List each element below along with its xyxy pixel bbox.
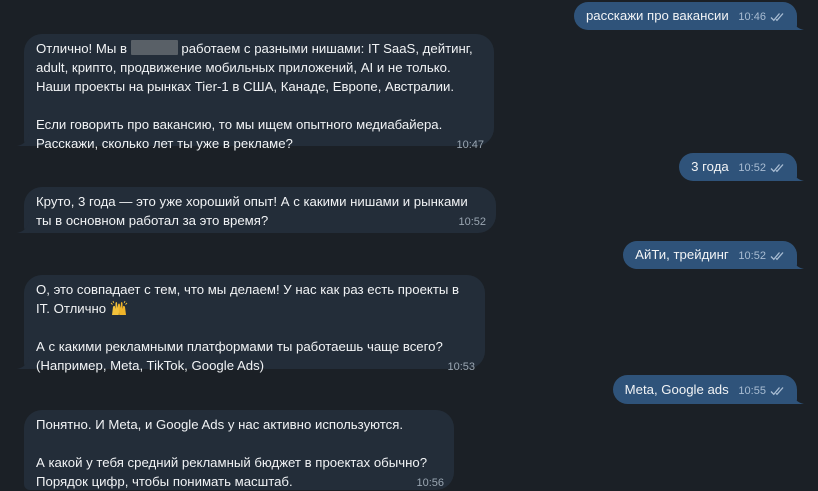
message-meta: 10:52 (738, 250, 785, 262)
bubble-tail (792, 169, 804, 181)
message-outgoing[interactable]: АйТи, трейдинг 10:52 (623, 241, 804, 269)
message-text: расскажи про вакансии (585, 8, 729, 23)
message-incoming[interactable]: О, это совпадает с тем, что мы делаем! У… (17, 275, 485, 373)
message-text: А какой у тебя средний рекламный бюджет … (36, 455, 428, 470)
message-text: Meta, Google ads (624, 382, 729, 397)
message-time: 10:56 (416, 477, 444, 489)
message-text: Наши проекты на рынках Tier-1 в США, Кан… (36, 79, 455, 94)
message-incoming[interactable]: Отлично! Мы в работаем с разными нишами:… (17, 34, 494, 151)
message-text: Отлично! Мы в (36, 41, 128, 56)
message-text: adult, крипто, продвижение мобильных при… (36, 60, 451, 75)
double-check-icon (770, 164, 784, 173)
bubble-tail (792, 18, 804, 30)
double-check-icon (770, 387, 784, 396)
message-text: (Например, Meta, TikTok, Google Ads) (36, 358, 265, 373)
message-time: 10:47 (456, 139, 484, 151)
double-check-icon (770, 252, 784, 261)
message-time: 10:46 (738, 11, 766, 23)
message-time: 10:55 (738, 385, 766, 397)
message-text: Если говорить про вакансию, то мы ищем о… (36, 117, 443, 132)
message-text: О, это совпадает с тем, что мы делаем! У… (36, 282, 460, 297)
message-meta: 10:46 (738, 11, 785, 23)
message-time: 10:52 (458, 216, 486, 228)
bubble-tail (17, 134, 29, 146)
message-text: Круто, 3 года — это уже хороший опыт! А … (36, 194, 468, 209)
bubble-tail (17, 221, 29, 233)
message-text: АйТи, трейдинг (635, 247, 729, 262)
redacted-company-name (130, 40, 178, 55)
message-outgoing[interactable]: 3 года 10:52 (679, 153, 804, 181)
bubble-tail (17, 357, 29, 369)
message-meta: 10:55 (738, 385, 785, 397)
message-outgoing[interactable]: Meta, Google ads 10:55 (612, 375, 804, 404)
message-time: 10:52 (738, 250, 766, 262)
raised-hands-emoji (110, 300, 128, 315)
bubble-tail (792, 257, 804, 269)
message-text: ты в основном работал за это время? (36, 213, 269, 228)
message-text: Понятно. И Meta, и Google Ads у нас акти… (36, 417, 404, 432)
message-time: 10:52 (738, 162, 766, 174)
bubble-tail (792, 392, 804, 404)
double-check-icon (770, 13, 784, 22)
message-text: А с какими рекламными платформами ты раб… (36, 339, 443, 354)
message-outgoing[interactable]: расскажи про вакансии 10:46 (573, 2, 804, 30)
message-text: Порядок цифр, чтобы понимать масштаб. (36, 474, 293, 489)
message-text: Расскажи, сколько лет ты уже в рекламе? (36, 136, 293, 151)
message-incoming[interactable]: Круто, 3 года — это уже хороший опыт! А … (17, 187, 496, 233)
message-meta: 10:52 (738, 162, 785, 174)
message-time: 10:53 (447, 361, 475, 373)
message-text: работаем с разными нишами: IT SaaS, дейт… (181, 41, 473, 56)
message-incoming[interactable]: Понятно. И Meta, и Google Ads у нас акти… (24, 410, 454, 490)
message-text: IT. Отлично (36, 301, 107, 316)
message-text: 3 года (691, 159, 729, 174)
